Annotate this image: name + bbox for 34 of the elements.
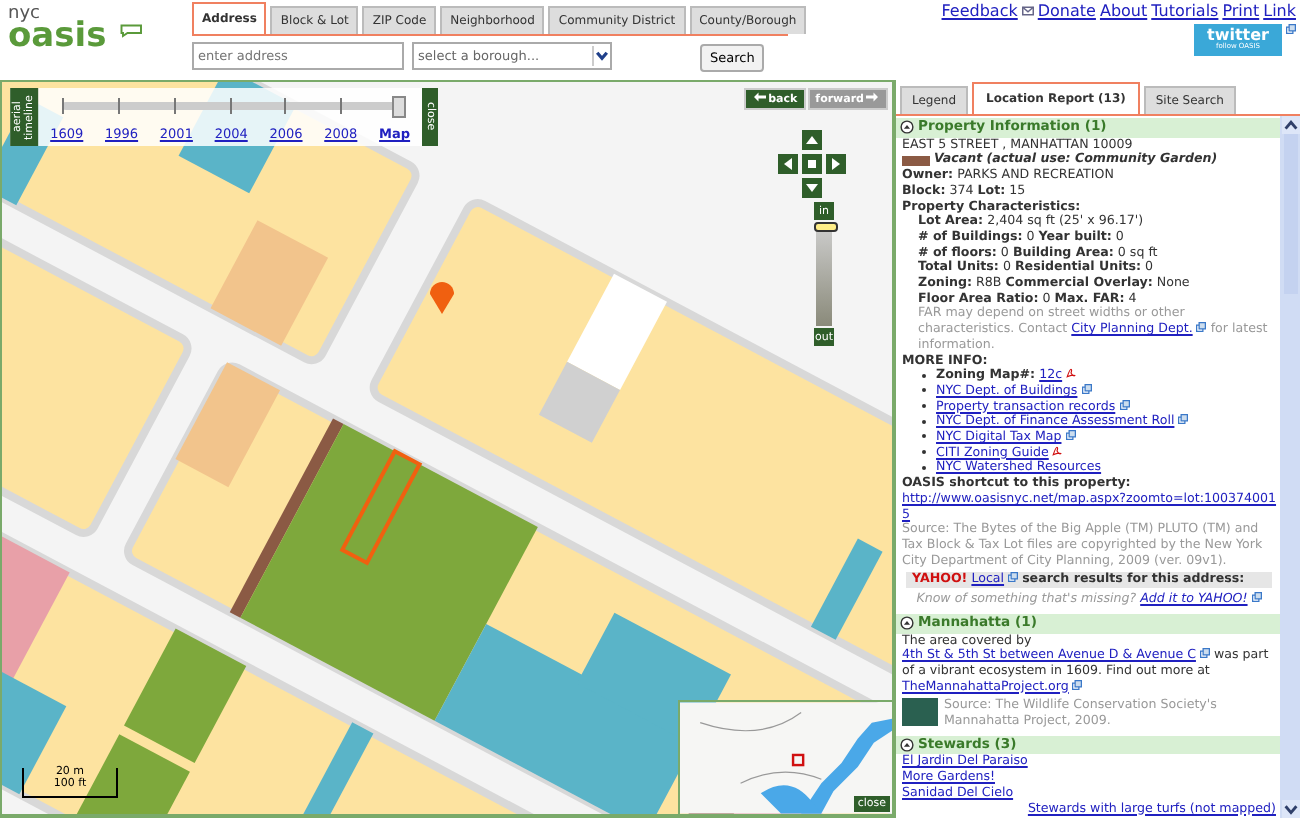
header-link[interactable]: Feedback: [941, 2, 1018, 20]
external-link-icon: [1178, 414, 1189, 425]
external-link-icon: [1119, 399, 1130, 410]
pdf-icon: [1066, 368, 1077, 379]
external-link-icon: [1008, 572, 1019, 583]
caret-icon: [592, 46, 610, 66]
pdf-icon: [1052, 445, 1063, 456]
arrow-right-icon: [866, 92, 878, 102]
zoom-slider[interactable]: [816, 222, 832, 326]
scroll-up-icon[interactable]: [1281, 116, 1299, 134]
external-link-icon: [1286, 24, 1296, 34]
external-link-icon: [1199, 648, 1210, 659]
pan-down-icon[interactable]: [802, 178, 822, 198]
mail-icon: [1021, 6, 1034, 16]
scroll-down-icon[interactable]: [1281, 800, 1299, 818]
pan-up-icon[interactable]: [802, 130, 822, 150]
external-link-icon: [1081, 383, 1092, 394]
pan-center-icon[interactable]: [802, 154, 822, 174]
pan-left-icon[interactable]: [778, 154, 798, 174]
header-link[interactable]: Link: [1263, 2, 1296, 20]
header-link[interactable]: Tutorials: [1151, 2, 1219, 20]
external-link-icon: [1251, 592, 1262, 603]
location-pin-icon[interactable]: [430, 282, 454, 314]
header-link[interactable]: About: [1099, 2, 1148, 20]
header-link[interactable]: Print: [1222, 2, 1260, 20]
pan-right-icon[interactable]: [826, 154, 846, 174]
external-link-icon: [1065, 430, 1076, 441]
nyc-oasis-logo[interactable]: nyc oasis: [0, 0, 188, 54]
header-link[interactable]: Donate: [1037, 2, 1096, 20]
arrow-left-icon: [754, 92, 767, 102]
external-link-icon: [1072, 679, 1083, 690]
external-link-icon: [1196, 322, 1207, 333]
wildlife-society-logo: [902, 698, 938, 727]
scrollbar[interactable]: [1280, 116, 1300, 818]
